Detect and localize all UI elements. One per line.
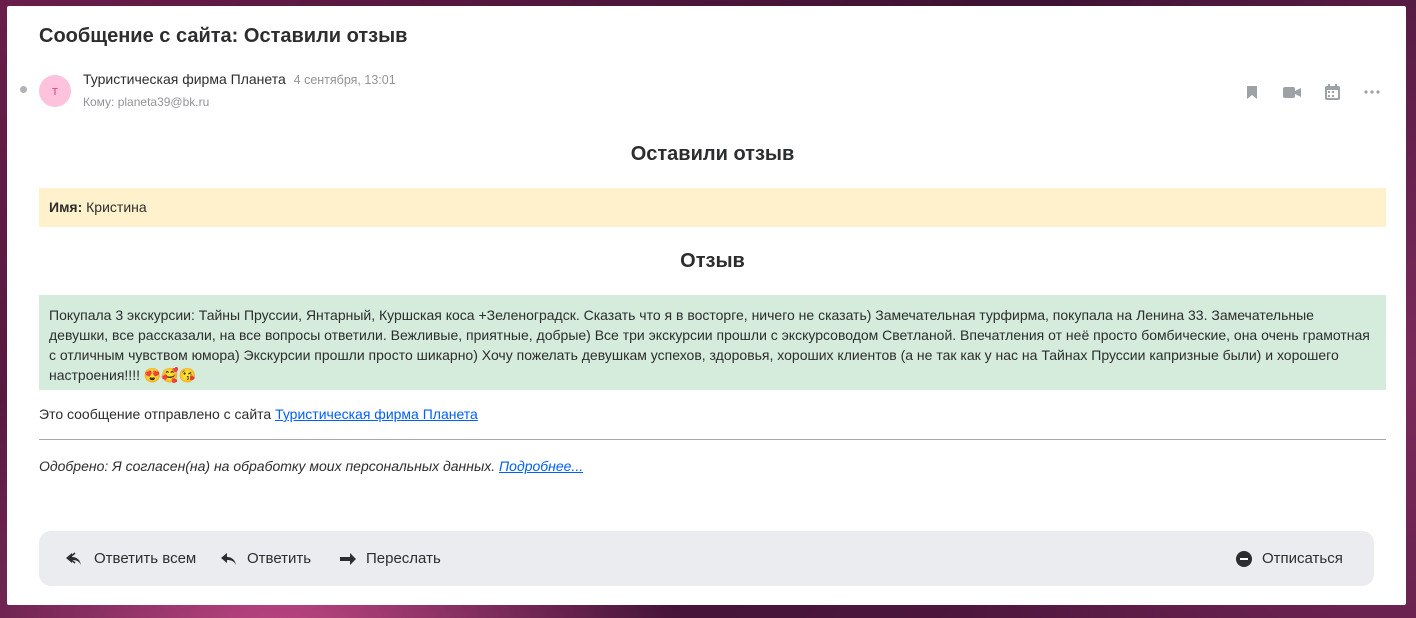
email-subject: Сообщение с сайта: Оставили отзыв (39, 25, 408, 47)
details-link[interactable]: Подробнее... (499, 458, 583, 474)
name-field-box: Имя: Кристина (39, 188, 1386, 227)
review-heading: Отзыв (680, 250, 745, 272)
reply-all-button[interactable]: Ответить всем (66, 531, 196, 586)
site-link[interactable]: Туристическая фирма Планета (275, 406, 478, 422)
forward-button[interactable]: Переслать (340, 531, 441, 586)
unsubscribe-button[interactable]: Отписаться (1236, 531, 1343, 586)
video-icon[interactable] (1282, 82, 1302, 102)
sender-name[interactable]: Туристическая фирма Планета (83, 71, 286, 87)
calendar-icon[interactable] (1322, 82, 1342, 102)
avatar[interactable]: т (39, 75, 71, 107)
forward-label: Переслать (366, 550, 441, 567)
action-bar: Ответить всем Ответить Переслать Отписат… (39, 531, 1374, 586)
recipient-line[interactable]: Кому: planeta39@bk.ru (83, 95, 209, 109)
more-icon[interactable] (1362, 82, 1382, 102)
unread-indicator[interactable] (20, 86, 27, 93)
name-label: Имя: (49, 199, 83, 215)
send-date: 4 сентября, 13:01 (293, 73, 396, 87)
consent-text: Одобрено: Я согласен(на) на обработку мо… (39, 458, 500, 474)
email-card: Сообщение с сайта: Оставили отзыв т Тури… (7, 6, 1406, 605)
reply-label: Ответить (247, 550, 312, 567)
consent-line: Одобрено: Я согласен(на) на обработку мо… (39, 458, 583, 474)
sender-line: Туристическая фирма Планета 4 сентября, … (83, 71, 396, 87)
bookmark-icon[interactable] (1242, 82, 1262, 102)
reply-all-label: Ответить всем (94, 550, 197, 567)
message-toolbar (1242, 82, 1382, 102)
forward-icon (340, 552, 356, 565)
sent-from-text: Это сообщение отправлено с сайта (39, 406, 276, 422)
review-text: Покупала 3 экскурсии: Тайны Пруссии, Янт… (49, 307, 1370, 383)
reply-button[interactable]: Ответить (221, 531, 311, 586)
name-value: Кристина (86, 199, 147, 215)
review-box: Покупала 3 экскурсии: Тайны Пруссии, Янт… (39, 295, 1386, 390)
body-heading: Оставили отзыв (630, 143, 795, 165)
unsubscribe-label: Отписаться (1262, 550, 1343, 567)
reply-all-icon (66, 551, 81, 565)
reply-icon (221, 552, 236, 565)
divider (39, 439, 1386, 440)
sent-from-line: Это сообщение отправлено с сайта Туристи… (39, 406, 478, 422)
minus-circle-icon (1236, 550, 1252, 567)
